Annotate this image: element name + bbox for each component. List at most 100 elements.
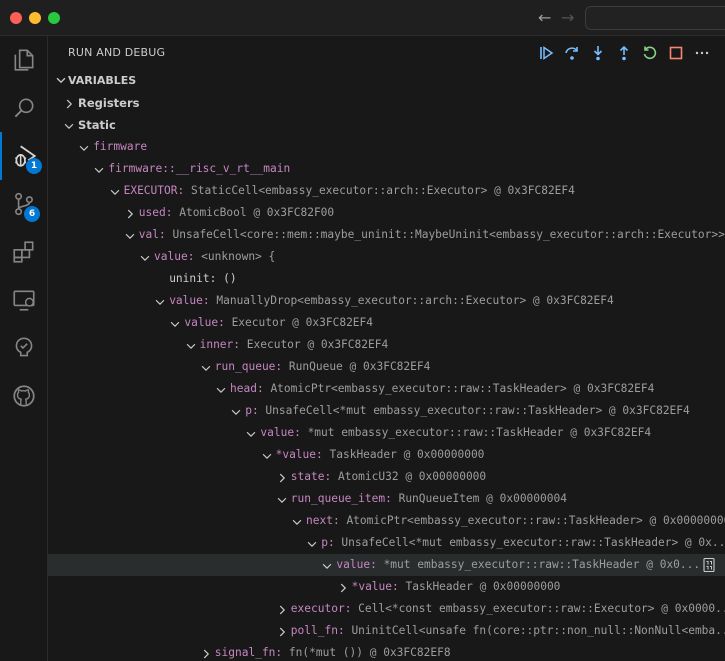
chevron-down-icon[interactable] [244,426,258,440]
variable-name: val [138,228,160,241]
variable-row[interactable]: poll_fn: UninitCell<unsafe fn(core::ptr:… [48,620,725,642]
panel-title: RUN AND DEBUG [68,46,166,59]
name-separator: : [202,294,217,307]
name-separator: : [327,536,342,549]
variable-label: state: AtomicU32 @ 0x00000000 [291,466,486,488]
chevron-down-icon[interactable] [199,360,213,374]
restart-button[interactable] [640,43,660,63]
variable-row[interactable]: run_queue: RunQueue @ 0x3FC82EF4 [48,356,725,378]
variable-row[interactable]: next: AtomicPtr<embassy_executor::raw::T… [48,510,725,532]
variable-row[interactable]: run_queue_item: RunQueueItem @ 0x0000000… [48,488,725,510]
variable-name: state [290,470,325,483]
chevron-down-icon[interactable] [214,382,228,396]
chevron-down-icon[interactable] [168,316,182,330]
variable-row[interactable]: signal_fn: fn(*mut ()) @ 0x3FC82EF8 [48,642,725,661]
github-button[interactable] [0,372,48,420]
variable-value: TaskHeader @ 0x00000000 [329,448,485,461]
step-into-icon [593,46,603,61]
chevron-right-icon[interactable] [199,646,213,660]
command-center-search[interactable] [585,6,725,30]
minimize-window-button[interactable] [29,12,41,24]
variable-value: UninitCell<unsafe fn(core::ptr::non_null… [351,624,725,637]
chevron-down-icon[interactable] [92,162,106,176]
variable-row[interactable]: state: AtomicU32 @ 0x00000000 [48,466,725,488]
name-separator: : [165,206,180,219]
stop-button[interactable] [666,43,686,63]
variable-row[interactable]: value: Executor @ 0x3FC82EF4 [48,312,725,334]
forward-arrow-icon[interactable]: → [561,8,574,27]
variable-label: Static [78,114,116,136]
extensions-button[interactable] [0,228,48,276]
variable-row[interactable]: inner: Executor @ 0x3FC82EF4 [48,334,725,356]
run-and-debug-button[interactable]: 1 [0,132,48,180]
variable-row[interactable]: executor: Cell<*const embassy_executor::… [48,598,725,620]
variable-row[interactable]: head: AtomicPtr<embassy_executor::raw::T… [48,378,725,400]
variable-row[interactable]: EXECUTOR: StaticCell<embassy_executor::a… [48,180,725,202]
variable-row[interactable]: *value: TaskHeader @ 0x00000000 [48,576,725,598]
variable-label: used: AtomicBool @ 0x3FC82F00 [139,202,334,224]
step-over-button[interactable] [562,43,582,63]
chevron-down-icon[interactable] [275,492,289,506]
variable-row[interactable]: uninit: () [48,268,725,290]
chevron-down-icon[interactable] [153,294,167,308]
chevron-right-icon[interactable] [275,470,289,484]
extensions-icon [13,241,34,263]
variable-row[interactable]: firmware::__risc_v_rt__main [48,158,725,180]
testing-button[interactable] [0,324,48,372]
chevron-down-icon[interactable] [77,140,91,154]
chevron-down-icon[interactable] [229,404,243,418]
chevron-down-icon[interactable] [290,514,304,528]
chevron-down-icon[interactable] [62,118,76,132]
variable-row[interactable]: *value: TaskHeader @ 0x00000000 [48,444,725,466]
chevron-down-icon[interactable] [260,448,274,462]
variable-label: next: AtomicPtr<embassy_executor::raw::T… [306,510,725,532]
variables-section-header[interactable]: VARIABLES [48,70,725,92]
search-button[interactable] [0,84,48,132]
variable-value: TaskHeader @ 0x00000000 [405,580,561,593]
variable-value: Cell<*const embassy_executor::raw::Execu… [358,602,725,615]
chevron-down-icon[interactable] [108,184,122,198]
variable-row[interactable]: p: UnsafeCell<*mut embassy_executor::raw… [48,400,725,422]
chevron-right-icon[interactable] [275,602,289,616]
github-icon [13,385,35,407]
chevron-down-icon[interactable] [123,228,137,242]
step-into-button[interactable] [588,43,608,63]
chevron-right-icon[interactable] [275,624,289,638]
chevron-right-icon[interactable] [336,580,350,594]
back-arrow-icon[interactable]: ← [538,8,551,27]
name-separator: : [294,426,308,439]
explorer-button[interactable] [0,36,48,84]
variable-row[interactable]: firmware [48,136,725,158]
close-window-button[interactable] [10,12,22,24]
chevron-down-icon[interactable] [305,536,319,550]
variable-row[interactable]: value: *mut embassy_executor::raw::TaskH… [48,422,725,444]
more-actions-button[interactable] [692,43,712,63]
variable-value: AtomicPtr<embassy_executor::raw::TaskHea… [346,514,725,527]
name-separator: : [392,580,406,593]
source-control-button[interactable]: 6 [0,180,48,228]
chevron-right-icon[interactable] [123,206,137,220]
zoom-window-button[interactable] [48,12,60,24]
variable-name: value [336,558,371,571]
variable-row[interactable]: Static [48,114,725,136]
variable-row[interactable]: p: UnsafeCell<*mut embassy_executor::raw… [48,532,725,554]
variable-row[interactable]: used: AtomicBool @ 0x3FC82F00 [48,202,725,224]
continue-button[interactable] [536,43,556,63]
variable-row[interactable]: val: UnsafeCell<core::mem::maybe_uninit:… [48,224,725,246]
variable-row[interactable]: value: <unknown> { [48,246,725,268]
variable-name: *value [275,448,317,461]
name-separator: : [337,624,352,637]
chevron-down-icon[interactable] [320,558,334,572]
remote-explorer-button[interactable] [0,276,48,324]
step-out-button[interactable] [614,43,634,63]
view-binary-data-icon[interactable] [701,557,717,573]
name-separator: : [275,360,289,373]
variable-row[interactable]: Registers [48,92,725,114]
chevron-down-icon[interactable] [184,338,198,352]
chevron-right-icon[interactable] [62,96,76,110]
variable-row[interactable]: value: *mut embassy_executor::raw::TaskH… [48,554,725,576]
variable-label: run_queue: RunQueue @ 0x3FC82EF4 [215,356,431,378]
chevron-down-icon[interactable] [138,250,152,264]
variable-row[interactable]: value: ManuallyDrop<embassy_executor::ar… [48,290,725,312]
variable-label: signal_fn: fn(*mut ()) @ 0x3FC82EF8 [215,642,451,661]
